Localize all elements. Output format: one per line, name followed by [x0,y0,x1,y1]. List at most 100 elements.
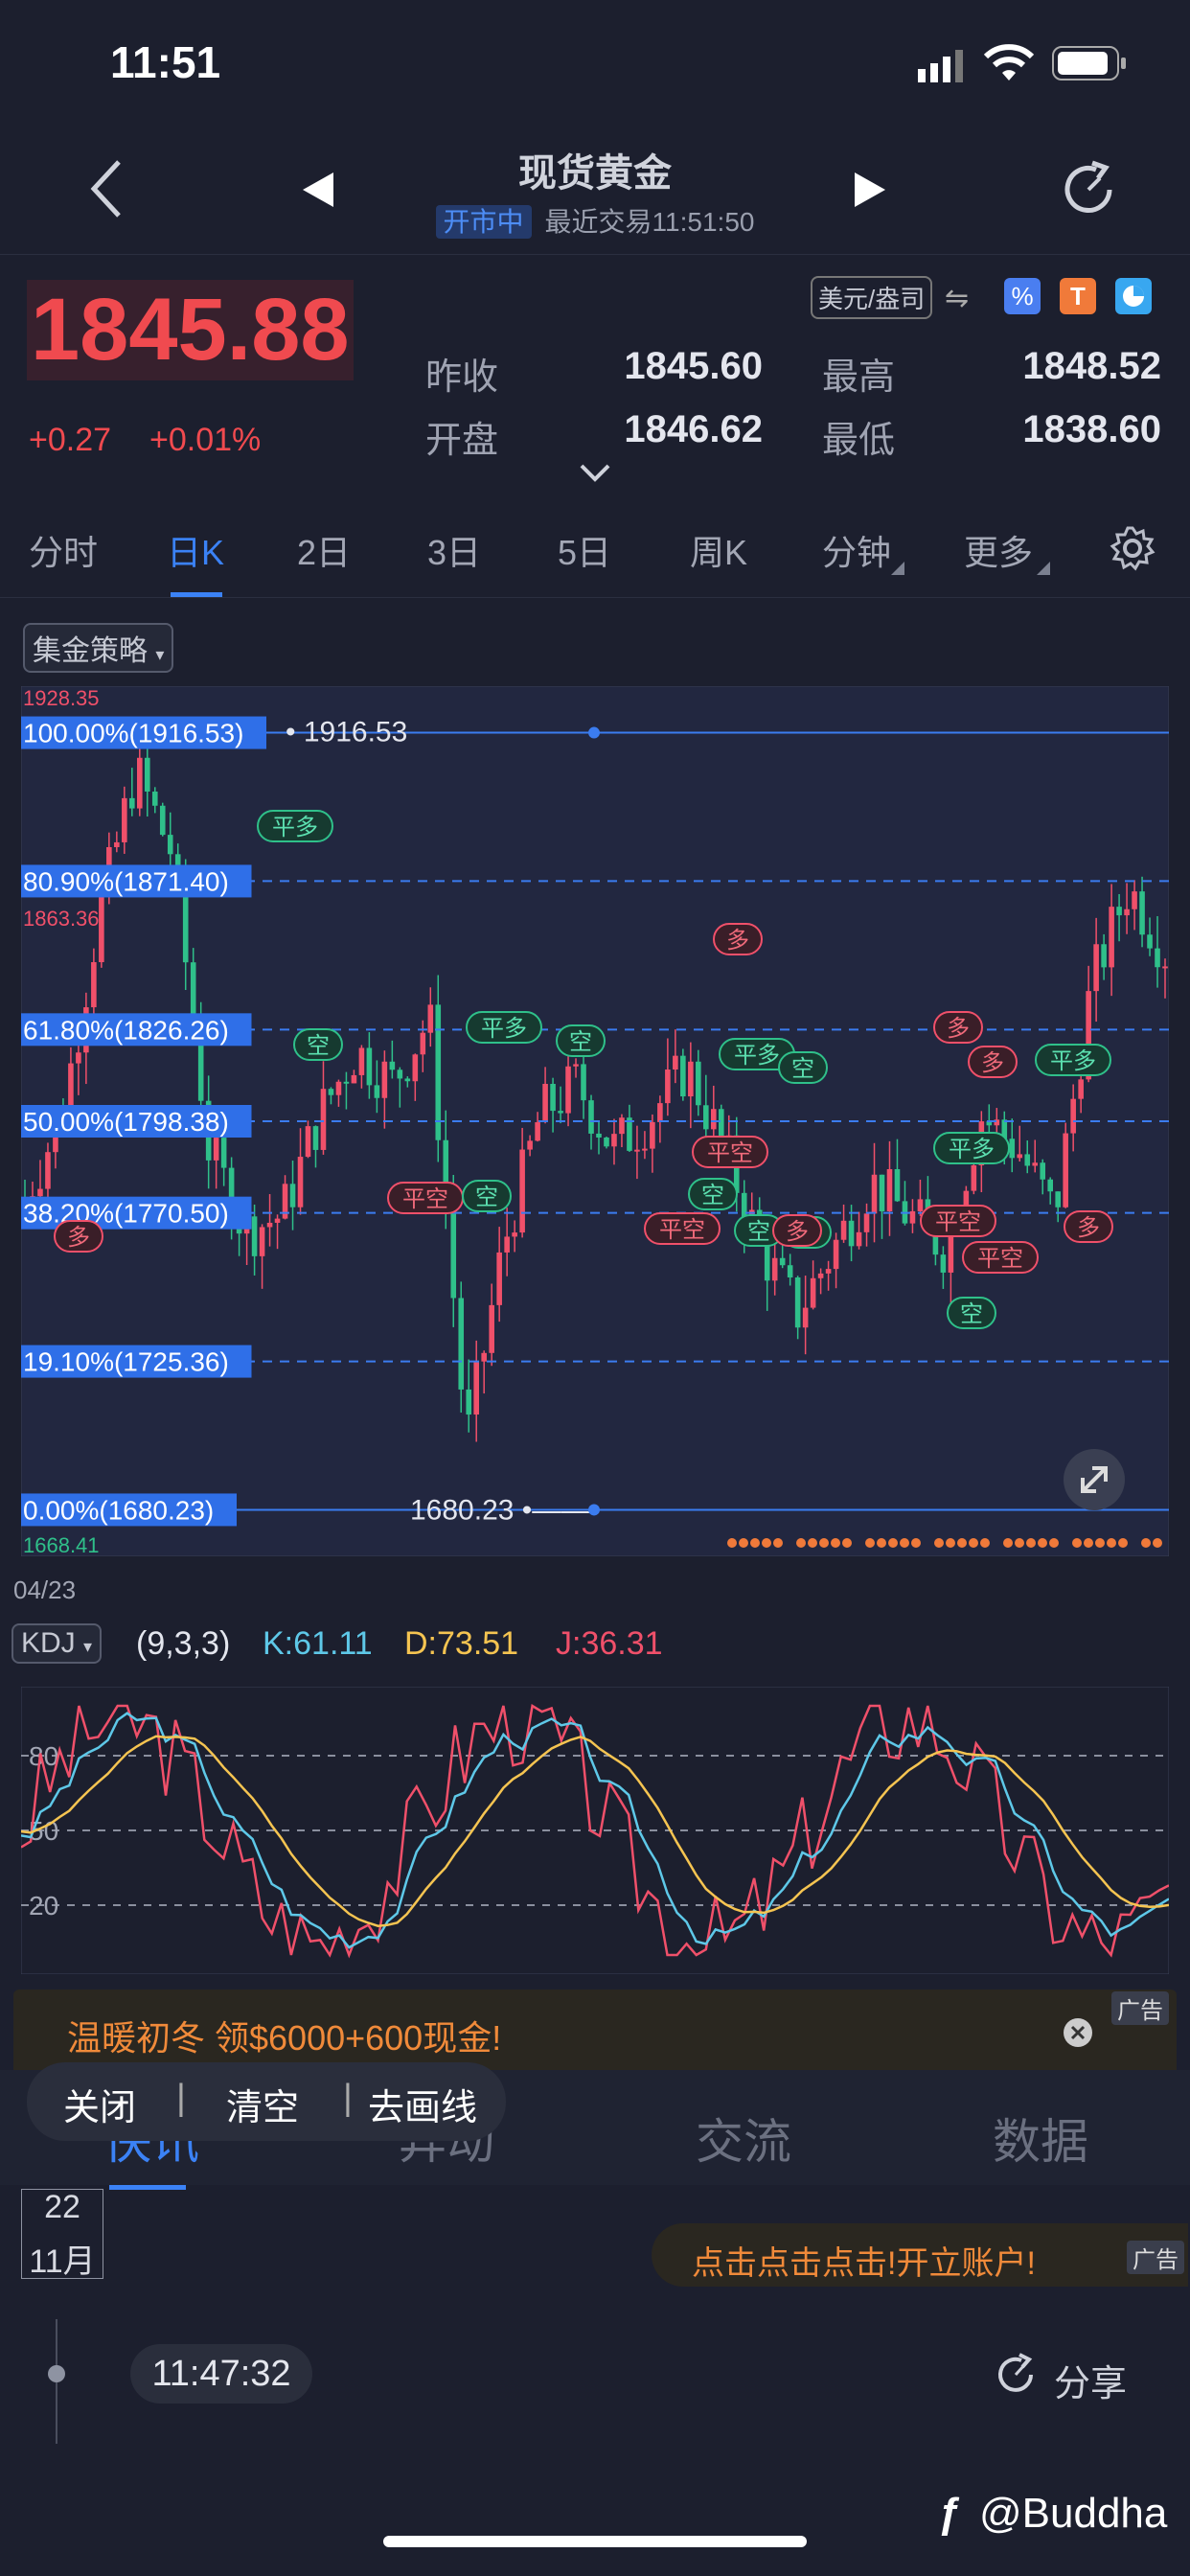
candle-body [404,1078,411,1082]
tab-period-6[interactable]: 分钟 [822,525,891,575]
signal-label: 空 [569,1028,592,1055]
event-dot [946,1538,955,1548]
strategy-selector[interactable]: 集金策略 ▾ [23,623,174,673]
candle-body [917,1199,924,1211]
candle-body [596,1133,602,1138]
expand-quote-icon[interactable] [579,462,611,488]
event-dot [831,1538,840,1548]
candle-body [1155,948,1160,968]
candle-body [848,1220,855,1247]
candle-body [259,1227,265,1256]
ad-close-icon[interactable] [1064,2018,1092,2047]
event-dot [888,1538,898,1548]
candle-body [220,1138,227,1168]
promo-tag: 广告 [1127,2241,1184,2274]
signal-label: 空 [960,1300,983,1327]
toolbar-remove-lines-button[interactable]: 去画线 [368,2078,477,2130]
prev-close-label: 昨收 [425,357,499,398]
tab-period-7[interactable]: 更多 [964,525,1033,575]
tab-period-5[interactable]: 周K [690,525,747,575]
candle-body [266,1222,273,1228]
candle-body [680,1055,686,1097]
candle-body [825,1269,832,1274]
event-dot [1095,1538,1105,1548]
tab-period-3[interactable]: 3日 [427,525,481,575]
candle-body [810,1277,816,1308]
candle-body [1139,891,1145,935]
candle-body [99,896,104,963]
refresh-icon[interactable] [1058,159,1119,225]
candle-body [412,1054,419,1082]
candle-body [289,1184,296,1208]
signal-label: 平空 [977,1245,1023,1272]
tab-period-4[interactable]: 5日 [558,525,611,575]
signal-label: 多 [786,1218,809,1245]
event-dot [1072,1538,1082,1548]
candle-body [91,962,97,1008]
unit-swap-icon[interactable]: ⇋ [945,282,969,315]
next-instrument-icon[interactable] [853,171,887,214]
unit-selector[interactable]: 美元/盎司 [811,276,933,319]
candle-body [1124,908,1130,916]
fullscreen-icon[interactable] [1064,1449,1125,1510]
fib-level-label: 50.00%(1798.38) [23,1107,229,1137]
candle-body [619,1117,625,1135]
candle-body [894,1169,901,1202]
signal-label: 平空 [659,1216,705,1243]
settings-icon[interactable] [1110,525,1156,576]
level-handle [588,1504,600,1516]
tab-period-2[interactable]: 2日 [297,525,351,575]
candle-body [940,1254,947,1273]
fib-level-label: 0.00%(1680.23) [23,1495,214,1525]
signal-label: 多 [1077,1214,1100,1241]
promo-text[interactable]: 点击点击点击!开立账户! [692,2237,1036,2284]
signal-label: 空 [791,1055,814,1082]
kdj-chart: 805020 [21,1687,1169,1974]
home-indicator[interactable] [383,2536,807,2547]
low-value: 1838.60 [1022,408,1161,450]
kdj-params: (9,3,3) [136,1625,231,1662]
candle-body [122,797,127,842]
candle-body [374,1085,380,1098]
candle-body [274,1218,281,1223]
candle-body [335,1081,342,1095]
share-icon[interactable] [993,2352,1039,2403]
share-button[interactable]: 分享 [1054,2354,1127,2406]
event-dot [1015,1538,1024,1548]
candle-body [213,1138,219,1161]
pie-chart-icon[interactable] [1115,278,1152,314]
candle-body [1116,907,1122,916]
candle-body [971,1165,977,1191]
percent-icon[interactable]: % [1004,278,1041,314]
candle-body [1162,966,1168,969]
tab-data[interactable]: 数据 [993,2104,1088,2173]
candle-body [397,1070,403,1079]
kdj-d-value: D:73.51 [404,1625,519,1662]
candle-body [642,1148,648,1151]
event-dot [1141,1538,1151,1548]
candle-body [489,1304,494,1353]
candle-body [435,1004,442,1140]
candle-body [703,1105,709,1130]
signal-label: 平空 [935,1208,981,1235]
toolbar-close-button[interactable]: 关闭 [63,2078,136,2130]
candle-body [833,1239,839,1270]
candle-body [665,1070,671,1104]
tab-discussion[interactable]: 交流 [696,2104,791,2173]
signal-label: 空 [701,1182,724,1208]
event-dot [1038,1538,1047,1548]
event-dot [750,1538,760,1548]
indicator-selector[interactable]: KDJ ▾ [11,1623,103,1664]
text-tool-icon[interactable]: T [1060,278,1096,314]
candle-body [351,1074,357,1084]
candlestick-chart[interactable]: 100.00%(1916.53) 80.90%(1871.40) 61.80%(18… [21,686,1169,1556]
y-axis-top-label: 1928.35 [23,686,100,710]
toolbar-clear-button[interactable]: 清空 [226,2078,299,2130]
tab-period-0[interactable]: 分时 [29,525,98,575]
candle-body [297,1157,304,1208]
tab-period-1[interactable]: 日K [167,525,224,575]
candle-body [604,1137,609,1147]
candle-body [688,1061,694,1097]
event-dot [900,1538,909,1548]
ad-text[interactable]: 温暖初冬 领$6000+600现金! [67,2011,501,2060]
